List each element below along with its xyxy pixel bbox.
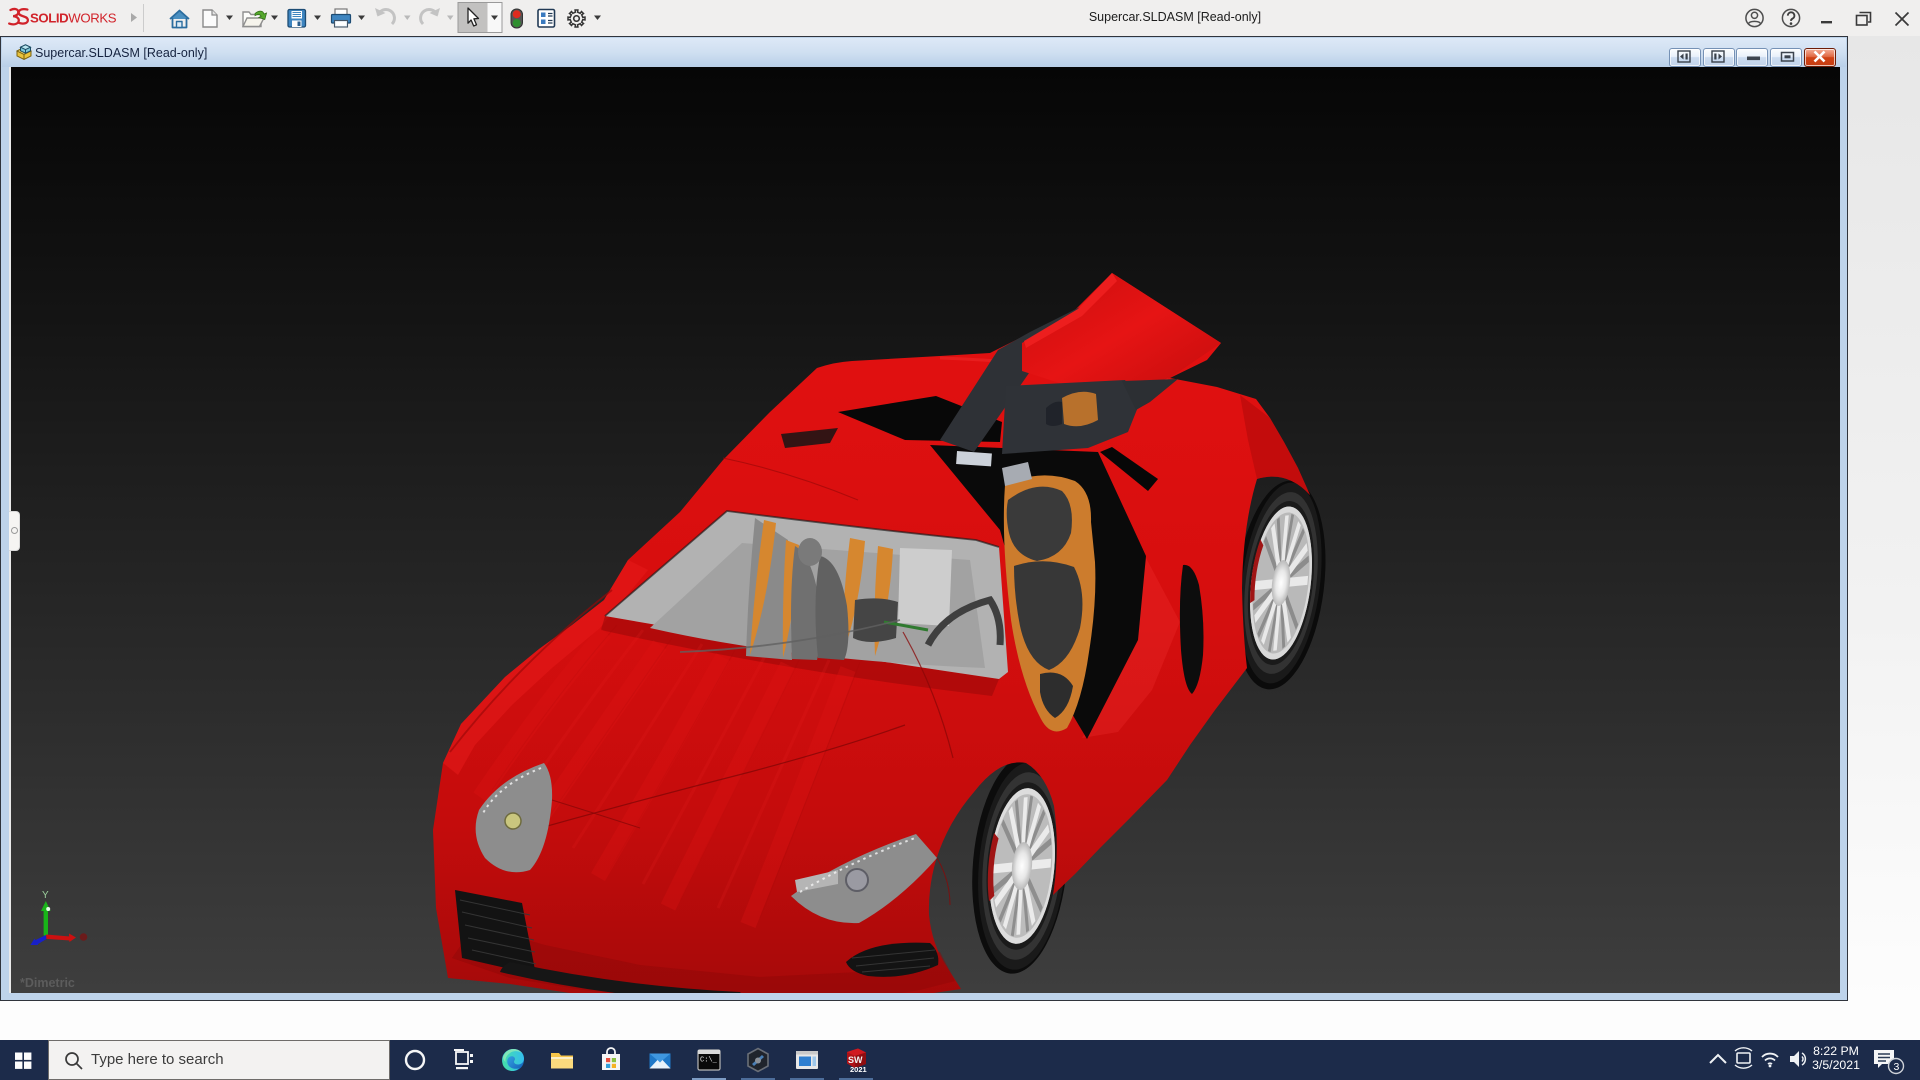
svg-text:SOLIDWORKS: SOLIDWORKS <box>30 11 117 26</box>
svg-text:2021: 2021 <box>850 1065 867 1073</box>
svg-text:SW: SW <box>848 1055 863 1065</box>
svg-text:Y: Y <box>42 890 49 901</box>
svg-text:C:\_: C:\_ <box>700 1057 718 1065</box>
svg-text:3: 3 <box>1894 1061 1900 1073</box>
